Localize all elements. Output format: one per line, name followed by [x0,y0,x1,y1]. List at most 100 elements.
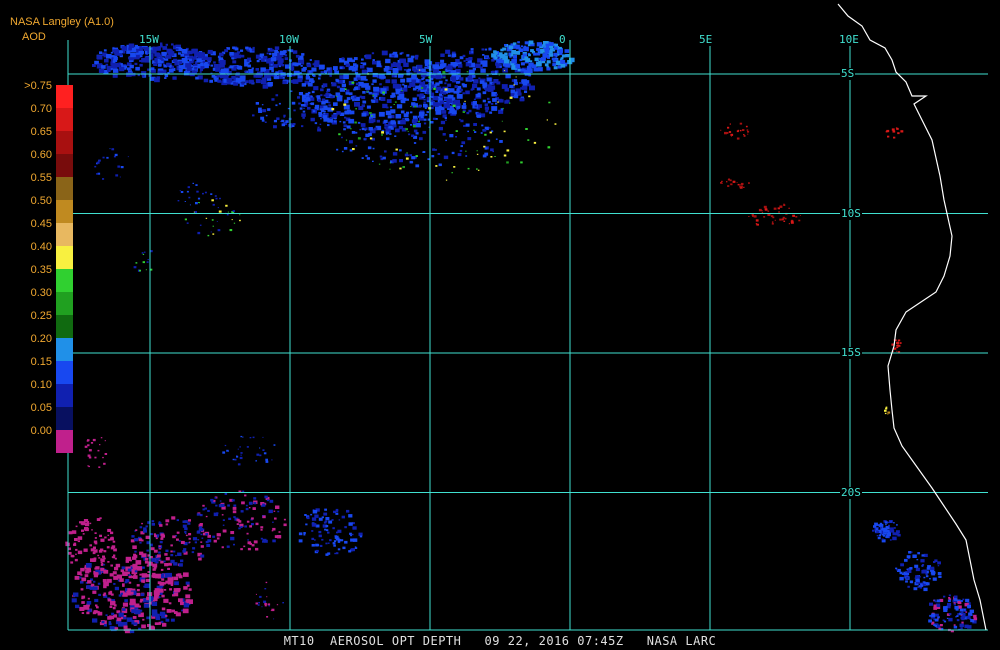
aod-map [65,3,988,634]
aod-pixel [389,162,391,164]
aod-pixel [737,183,740,186]
aod-pixel [524,56,529,60]
aod-pixel [445,65,450,69]
aod-pixel [267,603,271,606]
aod-pixel [158,545,161,548]
aod-pixel [211,219,214,221]
aod-pixel [303,107,305,109]
aod-pixel [783,220,786,222]
aod-pixel [210,193,213,195]
aod-pixel [403,113,409,118]
aod-pixel [211,75,215,78]
aod-pixel [751,213,754,216]
aod-pixel [525,128,528,130]
aod-pixel [392,152,398,156]
aod-pixel [476,153,479,155]
aod-pixel [483,129,487,132]
aod-pixel [80,588,84,591]
legend-label: 0.25 [30,310,52,322]
aod-pixel [317,99,322,103]
aod-pixel [940,624,943,627]
aod-pixel [151,520,155,523]
aod-pixel [476,150,478,152]
aod-pixel [163,560,166,563]
aod-pixel [173,576,179,581]
aod-pixel [119,578,124,582]
aod-pixel [441,110,447,114]
aod-pixel [410,55,415,59]
aod-pixel [420,83,423,86]
aod-pixel [327,531,330,534]
aod-pixel [187,186,190,189]
aod-pixel [89,522,92,525]
aod-pixel [298,539,303,543]
aod-pixel [317,126,320,129]
aod-pixel [728,131,732,133]
aod-pixel [892,536,897,541]
aod-pixel [98,466,101,468]
aod-pixel [465,150,467,152]
aod-pixel [390,120,395,125]
aod-pixel [779,205,783,208]
aod-pixel [266,499,269,502]
aod-pixel [948,617,953,622]
aod-pixel [75,553,77,555]
aod-pixel [502,68,508,73]
aod-pixel [262,436,264,438]
aod-pixel [123,616,127,620]
aod-pixel [300,65,303,67]
aod-pixel [274,535,279,538]
aod-pixel [906,568,909,570]
aod-pixel [247,547,251,551]
aod-pixel [455,136,457,138]
aod-pixel [246,446,249,448]
aod-pixel [129,65,132,67]
latitude-label: 20S [840,485,862,499]
aod-pixel [281,119,285,123]
aod-pixel [203,78,209,83]
aod-pixel [244,494,247,497]
aod-pixel [312,110,316,113]
aod-pixel [160,568,164,571]
aod-pixel [271,98,275,101]
aod-pixel [392,53,395,55]
aod-pixel [373,97,377,99]
aod-pixel [484,133,487,136]
aod-pixel [943,595,946,598]
aod-pixel [164,553,168,556]
aod-pixel [341,83,346,88]
aod-pixel [771,223,774,225]
aod-pixel [511,58,517,64]
aod-pixel [463,102,466,105]
aod-pixel [165,618,170,622]
aod-pixel [220,68,226,73]
aod-pixel [923,576,926,579]
aod-pixel [184,218,187,221]
aod-pixel [389,106,393,109]
aod-pixel [387,115,392,119]
aod-pixel [267,108,271,111]
aod-pixel [798,219,801,222]
aod-pixel [482,82,488,87]
aod-pixel [143,47,149,51]
aod-pixel [896,524,898,526]
aod-pixel [486,77,492,82]
aod-pixel [97,611,103,616]
aod-pixel [102,456,104,459]
aod-pixel [519,82,522,84]
aod-pixel [282,602,284,604]
aod-pixel [123,621,128,626]
aod-pixel [240,454,242,456]
aod-pixel [224,492,228,495]
aod-pixel [343,74,349,80]
aod-pixel [189,204,191,206]
aod-pixel [200,533,203,536]
aod-pixel [399,167,402,170]
aod-pixel [960,600,963,602]
aod-pixel [128,47,132,51]
aod-pixel [342,121,346,124]
aod-pixel [141,252,144,254]
aod-pixel [103,623,107,627]
aod-pixel [896,346,899,349]
aod-pixel [548,101,551,104]
